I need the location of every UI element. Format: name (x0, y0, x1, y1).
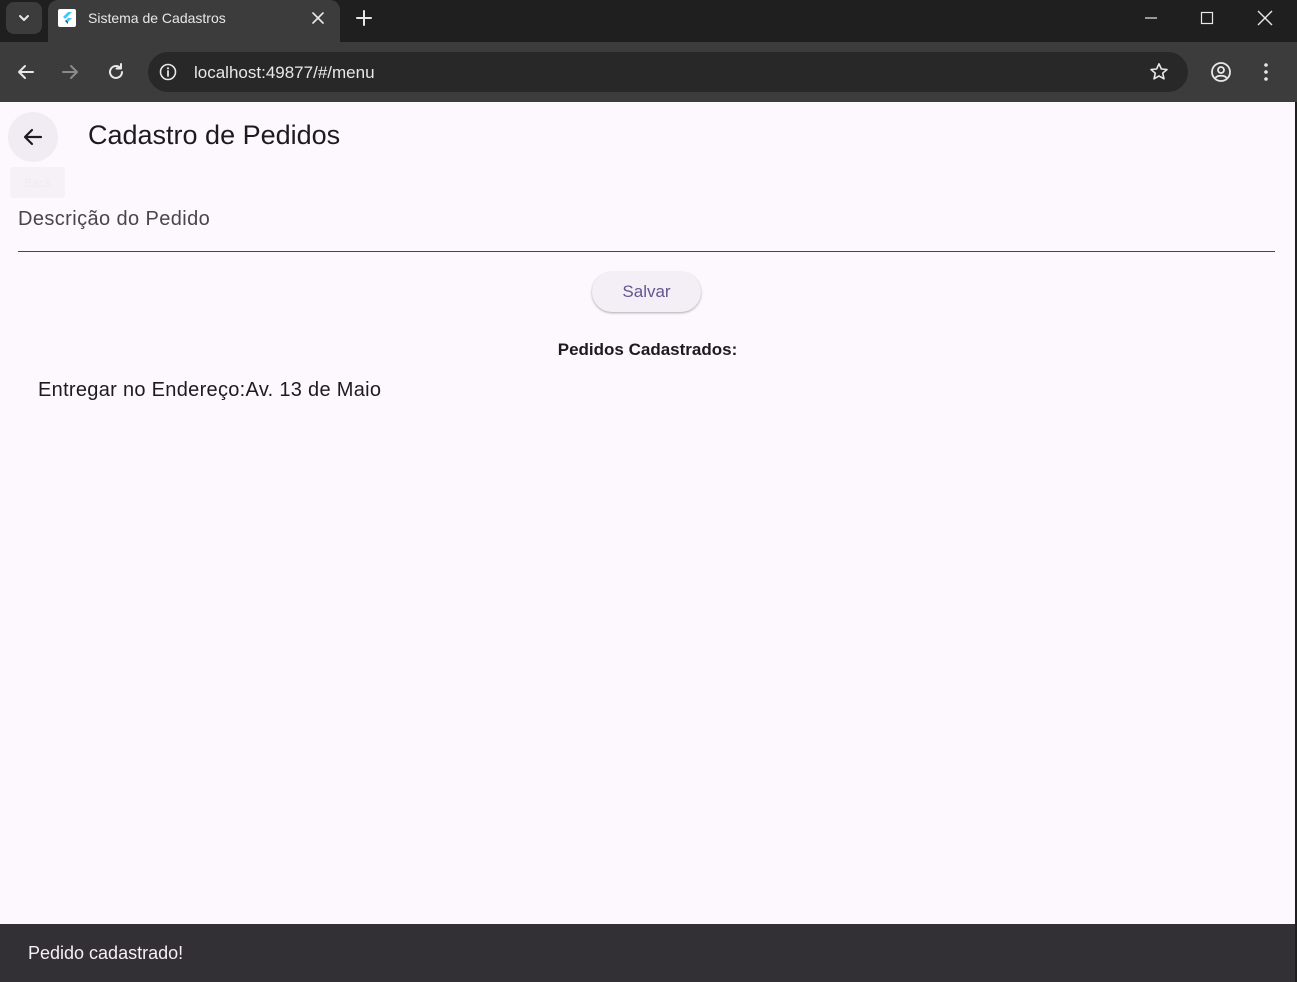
orders-list-header: Pedidos Cadastrados: (557, 340, 738, 359)
reload-icon (109, 63, 123, 79)
tab-close-icon[interactable] (308, 8, 328, 28)
tab-strip: Sistema de Cadastros (0, 0, 1297, 42)
browser-tab[interactable]: Sistema de Cadastros (48, 0, 340, 42)
maximize-button[interactable] (1192, 6, 1222, 30)
address-bar[interactable]: localhost:49877/#/menu (148, 52, 1188, 92)
maximize-icon (1200, 11, 1214, 25)
tab-title: Sistema de Cadastros (88, 10, 226, 26)
snackbar-message: Pedido cadastrado! (28, 943, 184, 963)
close-window-button[interactable] (1250, 6, 1280, 30)
order-list-item: Entregar no Endereço:Av. 13 de Maio (38, 379, 382, 401)
url-text: localhost:49877/#/menu (194, 63, 375, 82)
description-field[interactable]: Descrição do Pedido (18, 198, 1275, 252)
snackbar: Pedido cadastrado! (0, 924, 1295, 982)
forward-nav-button[interactable] (57, 56, 83, 88)
back-nav-button[interactable] (13, 56, 39, 88)
arrow-right-icon (62, 65, 78, 79)
minimize-button[interactable] (1136, 6, 1166, 30)
close-icon (1257, 10, 1273, 26)
bookmark-star-icon[interactable] (1148, 61, 1170, 83)
arrow-back-icon (23, 128, 43, 146)
tab-search-button[interactable] (6, 2, 42, 34)
app-viewport: Back Cadastro de Pedidos Descrição do Pe… (0, 102, 1295, 982)
chevron-down-icon (19, 15, 29, 21)
description-field-label: Descrição do Pedido (18, 208, 211, 230)
back-tooltip: Back (10, 167, 65, 198)
profile-icon[interactable] (1209, 60, 1233, 84)
save-button[interactable]: Salvar (592, 272, 701, 312)
more-menu-icon[interactable] (1254, 60, 1278, 84)
plus-icon (356, 10, 372, 26)
minimize-icon (1145, 17, 1157, 19)
arrow-left-icon (18, 65, 34, 79)
reload-button[interactable] (103, 56, 129, 88)
browser-toolbar: localhost:49877/#/menu (0, 42, 1297, 102)
new-tab-button[interactable] (352, 6, 376, 30)
flutter-logo-icon (58, 9, 76, 27)
site-info-icon[interactable] (158, 62, 178, 82)
back-button[interactable] (8, 112, 58, 162)
page-title: Cadastro de Pedidos (88, 120, 341, 150)
